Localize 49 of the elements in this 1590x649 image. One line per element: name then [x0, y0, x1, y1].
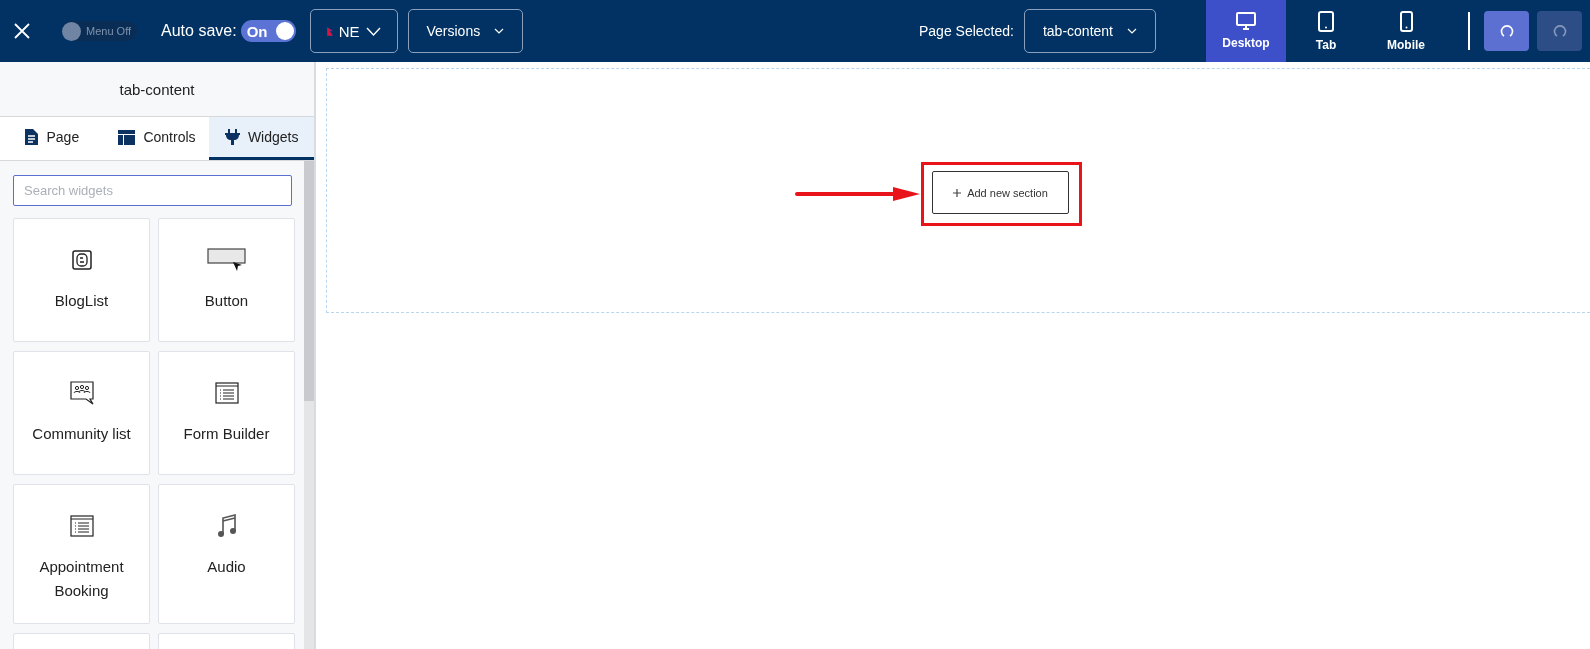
widget-card[interactable]: Form Builder [158, 351, 295, 475]
widget-label: Audio [207, 557, 246, 577]
plus-icon [953, 188, 962, 197]
community-icon [69, 381, 94, 405]
sidebar-tab[interactable]: Controls [104, 117, 210, 160]
tablet-icon [1318, 10, 1334, 32]
page-selected-label: Page Selected: [918, 23, 1014, 39]
widget-label: Community list [32, 424, 131, 444]
sidebar-tab[interactable]: Widgets [209, 117, 314, 160]
scrollbar-thumb[interactable] [304, 161, 314, 401]
form-icon [214, 382, 239, 404]
device-tab[interactable]: Mobile [1366, 0, 1446, 62]
chevron-icon [494, 28, 505, 34]
language-dropdown[interactable]: NE [309, 9, 398, 53]
chevron-icon [365, 26, 381, 36]
widget-card[interactable]: Appointment Booking [13, 484, 150, 624]
autosave-label: Auto save: [161, 22, 237, 40]
layout-icon [118, 129, 136, 145]
sidebar-tab[interactable]: Page [0, 117, 105, 160]
redo-icon [1552, 24, 1567, 38]
monitor-icon [1236, 12, 1256, 30]
undo-button[interactable] [1484, 11, 1529, 51]
widget-card[interactable]: Button [158, 218, 295, 342]
widget-label: BlogList [54, 291, 109, 311]
flag-icon [326, 26, 333, 36]
close-icon [14, 23, 30, 39]
button-cursor-icon [206, 248, 247, 272]
music-note-icon [216, 514, 237, 538]
undo-icon [1499, 24, 1514, 38]
search-field[interactable]: Search widgets [13, 175, 292, 206]
device-tab[interactable]: Tab [1286, 0, 1366, 62]
device-tab[interactable]: Desktop [1206, 0, 1286, 62]
form-icon [69, 515, 94, 537]
document-icon [25, 129, 39, 145]
plug-icon [224, 129, 240, 145]
autosave-toggle[interactable]: On [240, 20, 296, 42]
phone-icon [1399, 10, 1413, 32]
widget-card[interactable]: BlogList [13, 218, 150, 342]
blog-icon [71, 250, 92, 270]
widget-label: Form Builder [183, 424, 270, 444]
menu-toggle[interactable]: Menu Off [62, 21, 138, 41]
widget-label: Button [204, 291, 249, 311]
page-dropdown[interactable]: tab-content [1023, 9, 1156, 53]
versions-dropdown[interactable]: Versions [407, 9, 524, 53]
widget-card[interactable]: Community list [13, 351, 150, 475]
widget-label: Appointment Booking [38, 557, 125, 601]
widget-card[interactable]: Audio [158, 484, 295, 624]
add-section-button[interactable]: Add new section [932, 171, 1069, 214]
chevron-icon [1127, 28, 1137, 34]
